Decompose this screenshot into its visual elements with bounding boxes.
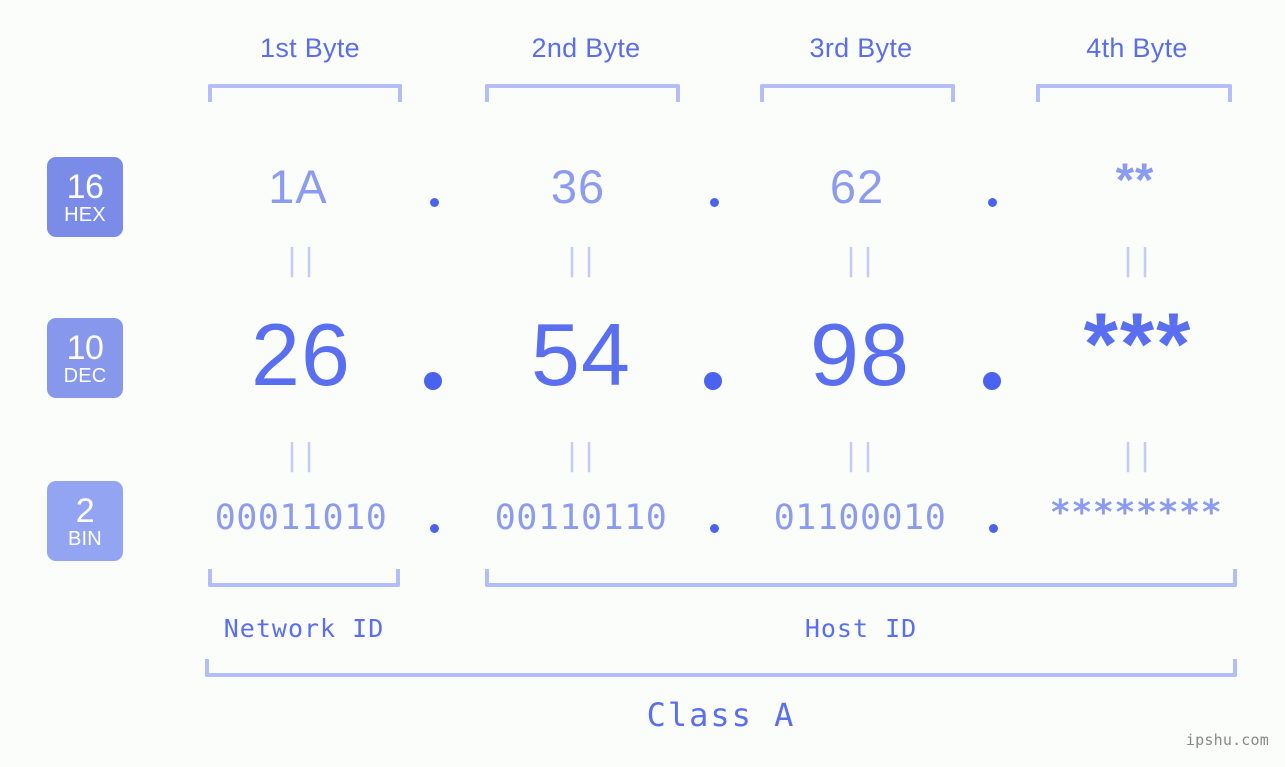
bin-byte-3: 01100010	[773, 498, 947, 538]
base-badge-hex-number: 16	[66, 167, 104, 206]
bin-separator-2	[710, 524, 719, 533]
hex-separator-1	[430, 198, 439, 207]
base-badge-bin-name: BIN	[68, 527, 102, 550]
host-id-bracket	[485, 569, 1237, 587]
byte-header-1: 1st Byte	[260, 33, 360, 63]
equality-marker-hex-dec-3: ||	[841, 243, 877, 278]
ip-class-bracket	[205, 659, 1237, 677]
network-id-label: Network ID	[223, 614, 385, 643]
bin-byte-1: 00011010	[214, 498, 388, 538]
base-badge-dec: 10 DEC	[47, 318, 123, 398]
hex-byte-2: 36	[550, 160, 606, 213]
base-badge-hex-name: HEX	[64, 203, 106, 226]
ip-breakdown-diagram: 1st Byte 2nd Byte 3rd Byte 4th Byte 16 H…	[0, 0, 1285, 767]
equality-marker-hex-dec-2: ||	[562, 243, 598, 278]
byte-header-3: 3rd Byte	[809, 33, 913, 63]
hex-separator-2	[710, 198, 719, 207]
hex-separator-3	[988, 198, 997, 207]
equality-marker-dec-bin-3: ||	[841, 438, 877, 473]
bin-separator-1	[430, 524, 439, 533]
byte-bracket-1	[208, 84, 402, 102]
byte-bracket-2	[485, 84, 680, 102]
equality-marker-hex-dec-4: ||	[1118, 243, 1154, 278]
base-badge-hex: 16 HEX	[47, 157, 123, 237]
bin-byte-2: 00110110	[494, 498, 668, 538]
hex-byte-3: 62	[829, 160, 885, 213]
dec-byte-1: 26	[251, 305, 351, 404]
ip-class-label: Class A	[646, 696, 796, 734]
byte-header-2: 2nd Byte	[531, 33, 641, 63]
host-id-label: Host ID	[804, 614, 918, 643]
base-badge-dec-number: 10	[66, 328, 104, 367]
hex-byte-1: 1A	[268, 160, 328, 213]
base-badge-bin: 2 BIN	[47, 481, 123, 561]
equality-marker-dec-bin-1: ||	[282, 438, 318, 473]
watermark: ipshu.com	[1185, 731, 1269, 749]
dec-separator-1	[424, 372, 442, 390]
dec-byte-2: 54	[531, 305, 631, 404]
hex-byte-4: **	[1115, 153, 1155, 206]
network-id-bracket	[208, 569, 400, 587]
dec-separator-2	[704, 372, 722, 390]
base-badge-bin-number: 2	[75, 491, 95, 530]
dec-separator-3	[983, 372, 1001, 390]
byte-bracket-3	[760, 84, 955, 102]
equality-marker-dec-bin-2: ||	[562, 438, 598, 473]
byte-header-4: 4th Byte	[1086, 33, 1188, 63]
dec-byte-4: ***	[1083, 294, 1193, 393]
base-badge-dec-name: DEC	[63, 364, 107, 387]
equality-marker-dec-bin-4: ||	[1118, 438, 1154, 473]
bin-byte-4: ********	[1049, 493, 1223, 533]
byte-bracket-4	[1036, 84, 1232, 102]
dec-byte-3: 98	[810, 305, 910, 404]
equality-marker-hex-dec-1: ||	[282, 243, 318, 278]
bin-separator-3	[989, 524, 998, 533]
